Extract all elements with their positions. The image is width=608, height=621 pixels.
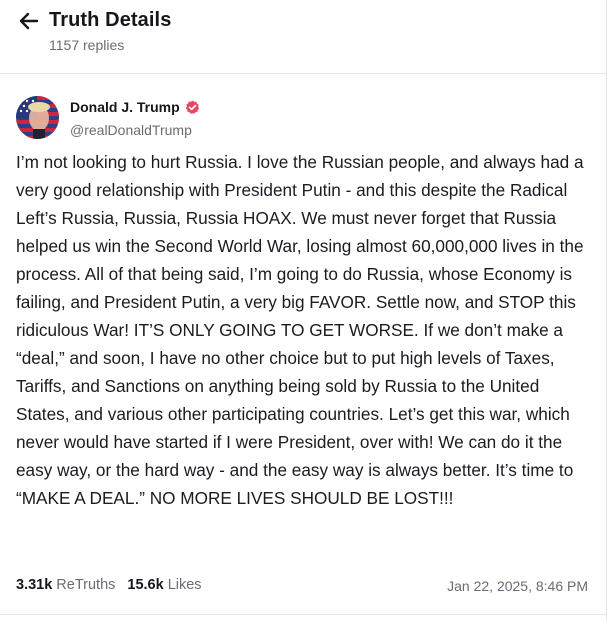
author-name-text: Donald J. Trump	[70, 99, 180, 115]
page-header: Truth Details 1157 replies	[0, 0, 607, 72]
arrow-left-icon	[19, 12, 39, 30]
retruths-stat[interactable]: 3.31k ReTruths	[16, 577, 115, 593]
avatar-image	[16, 96, 59, 139]
footer-divider	[0, 614, 607, 615]
replies-count[interactable]: 1157 replies	[49, 37, 124, 53]
verified-badge-icon	[185, 100, 199, 114]
page-title: Truth Details	[49, 9, 172, 31]
likes-stat[interactable]: 15.6k Likes	[127, 577, 201, 593]
likes-count: 15.6k	[127, 577, 164, 593]
retruths-count: 3.31k	[16, 577, 53, 593]
likes-label: Likes	[167, 577, 202, 593]
retruths-label: ReTruths	[56, 577, 116, 593]
avatar[interactable]	[16, 96, 59, 139]
author-handle[interactable]: @realDonaldTrump	[70, 122, 192, 138]
post-text: I’m not looking to hurt Russia. I love t…	[16, 152, 584, 508]
post-timestamp: Jan 22, 2025, 8:46 PM	[447, 578, 588, 594]
author-name[interactable]: Donald J. Trump	[70, 99, 200, 115]
back-button[interactable]	[18, 10, 40, 32]
header-divider	[0, 73, 607, 74]
post-stats: 3.31k ReTruths 15.6k Likes	[16, 577, 202, 593]
truth-detail-panel: Truth Details 1157 replies Donald J. Tru…	[0, 0, 607, 621]
